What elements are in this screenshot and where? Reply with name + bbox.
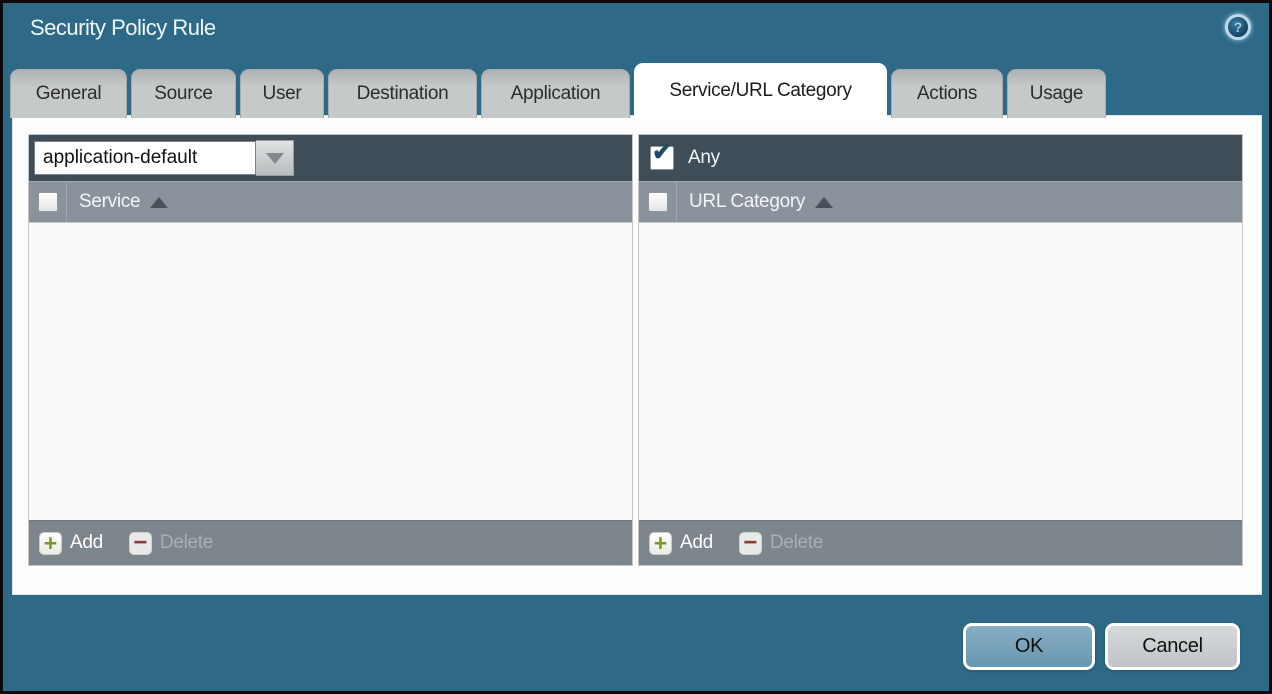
tab-general[interactable]: General xyxy=(10,69,127,118)
service-type-dropdown-button[interactable] xyxy=(256,140,294,176)
tab-bar: General Source User Destination Applicat… xyxy=(10,63,1106,118)
chevron-down-icon xyxy=(266,153,284,164)
tab-actions[interactable]: Actions xyxy=(891,69,1003,118)
url-category-panel-footer: + Add − Delete xyxy=(639,520,1242,565)
checkmark-icon: ✔ xyxy=(652,141,672,165)
sort-ascending-icon xyxy=(150,197,168,208)
sort-ascending-icon xyxy=(815,197,833,208)
service-panel: Service + Add − Delete xyxy=(28,134,633,566)
add-service-label: Add xyxy=(70,532,103,554)
url-category-column-header-row: URL Category xyxy=(639,182,1242,223)
service-select-all-checkbox[interactable] xyxy=(38,192,58,212)
tab-content-panel: Service + Add − Delete xyxy=(12,115,1262,595)
any-checkbox[interactable]: ✔ xyxy=(650,146,674,170)
minus-icon: − xyxy=(129,532,152,555)
tab-service-url-category[interactable]: Service/URL Category xyxy=(634,63,887,118)
tab-destination[interactable]: Destination xyxy=(328,69,477,118)
tab-source[interactable]: Source xyxy=(131,69,236,118)
url-category-panel-header: ✔ Any xyxy=(639,135,1242,182)
url-category-panel: ✔ Any URL Category + Add xyxy=(638,134,1243,566)
add-service-button[interactable]: + Add xyxy=(39,532,103,555)
minus-icon: − xyxy=(739,532,762,555)
url-category-column-header[interactable]: URL Category xyxy=(677,182,833,222)
service-column-header[interactable]: Service xyxy=(67,182,168,222)
tab-user[interactable]: User xyxy=(240,69,324,118)
add-url-category-button[interactable]: + Add xyxy=(649,532,713,555)
cancel-button[interactable]: Cancel xyxy=(1105,623,1240,670)
help-icon[interactable]: ? xyxy=(1225,14,1251,40)
add-url-category-label: Add xyxy=(680,532,713,554)
url-category-column-label: URL Category xyxy=(689,191,805,213)
any-label: Any xyxy=(688,147,720,169)
plus-icon: + xyxy=(649,532,672,555)
url-category-list xyxy=(639,223,1242,520)
url-category-select-all-checkbox[interactable] xyxy=(648,192,668,212)
service-list xyxy=(29,223,632,520)
delete-service-button[interactable]: − Delete xyxy=(129,532,213,555)
plus-icon: + xyxy=(39,532,62,555)
service-column-label: Service xyxy=(79,191,140,213)
tab-usage[interactable]: Usage xyxy=(1007,69,1106,118)
service-type-combobox xyxy=(34,140,294,176)
delete-url-category-label: Delete xyxy=(770,532,823,554)
question-mark-glyph: ? xyxy=(1234,19,1243,35)
security-policy-rule-dialog: Security Policy Rule ? General Source Us… xyxy=(0,0,1272,694)
dialog-title: Security Policy Rule xyxy=(30,15,216,41)
delete-service-label: Delete xyxy=(160,532,213,554)
service-type-input[interactable] xyxy=(34,141,256,175)
url-category-select-all-cell xyxy=(639,182,677,222)
service-column-header-row: Service xyxy=(29,182,632,223)
service-select-all-cell xyxy=(29,182,67,222)
service-panel-header xyxy=(29,135,632,182)
ok-button[interactable]: OK xyxy=(963,623,1095,670)
service-panel-footer: + Add − Delete xyxy=(29,520,632,565)
tab-application[interactable]: Application xyxy=(481,69,630,118)
delete-url-category-button[interactable]: − Delete xyxy=(739,532,823,555)
